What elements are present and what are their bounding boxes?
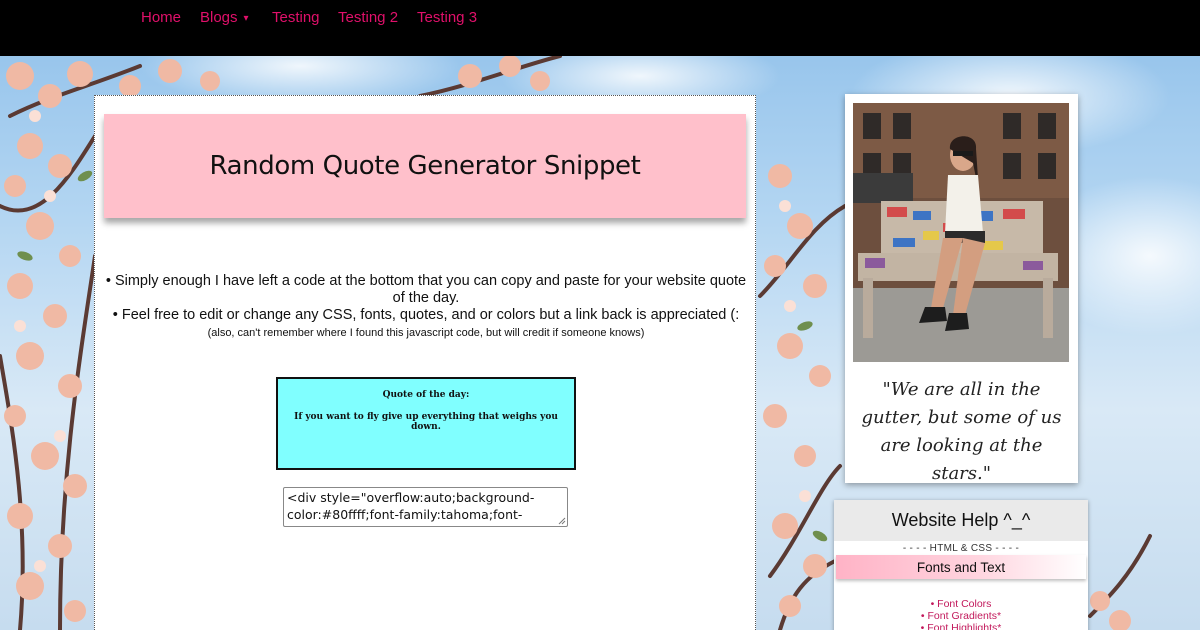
nav-testing-2[interactable]: Testing 2	[338, 9, 398, 26]
help-widget-title: Website Help ^_^	[834, 500, 1088, 541]
nav-blogs-label: Blogs	[200, 9, 238, 26]
profile-photo	[853, 103, 1069, 362]
intro-line-1: • Simply enough I have left a code at th…	[105, 273, 747, 306]
link-font-highlights[interactable]: • Font Highlights*	[834, 622, 1088, 630]
quote-text: If you want to fly give up everything th…	[294, 412, 558, 432]
chevron-down-icon: ▾	[243, 13, 249, 24]
resize-handle-icon[interactable]	[557, 516, 566, 525]
fonts-and-text-tab[interactable]: Fonts and Text	[836, 555, 1086, 579]
top-navigation: Home Blogs ▾ Testing Testing 2 Testing 3	[0, 0, 1200, 56]
code-snippet-textarea[interactable]	[283, 487, 568, 527]
intro-note: (also, can't remember where I found this…	[207, 327, 645, 339]
nav-blogs[interactable]: Blogs ▾	[200, 9, 249, 26]
nav-home[interactable]: Home	[141, 9, 181, 26]
polaroid-caption: "We are all in the gutter, but some of u…	[861, 379, 1062, 484]
website-help-widget: Website Help ^_^ - - - - HTML & CSS - - …	[834, 500, 1088, 630]
quote-of-the-day-box: Quote of the day: If you want to fly giv…	[276, 377, 576, 470]
help-section-heading: - - - - HTML & CSS - - - -	[902, 543, 1020, 554]
quote-label: Quote of the day:	[382, 390, 470, 400]
link-font-gradients[interactable]: • Font Gradients*	[834, 610, 1088, 622]
help-link-list: • Font Colors • Font Gradients* • Font H…	[834, 598, 1088, 630]
title-banner: Random Quote Generator Snippet	[104, 114, 746, 218]
intro-line-2: • Feel free to edit or change any CSS, f…	[112, 307, 740, 323]
page-title: Random Quote Generator Snippet	[209, 151, 641, 181]
polaroid-card: "We are all in the gutter, but some of u…	[845, 94, 1078, 484]
intro-text: • Simply enough I have left a code at th…	[105, 273, 747, 341]
nav-testing-3[interactable]: Testing 3	[417, 9, 477, 26]
nav-testing[interactable]: Testing	[272, 9, 320, 26]
link-font-colors[interactable]: • Font Colors	[834, 598, 1088, 610]
main-content-panel: Random Quote Generator Snippet • Simply …	[94, 95, 756, 630]
